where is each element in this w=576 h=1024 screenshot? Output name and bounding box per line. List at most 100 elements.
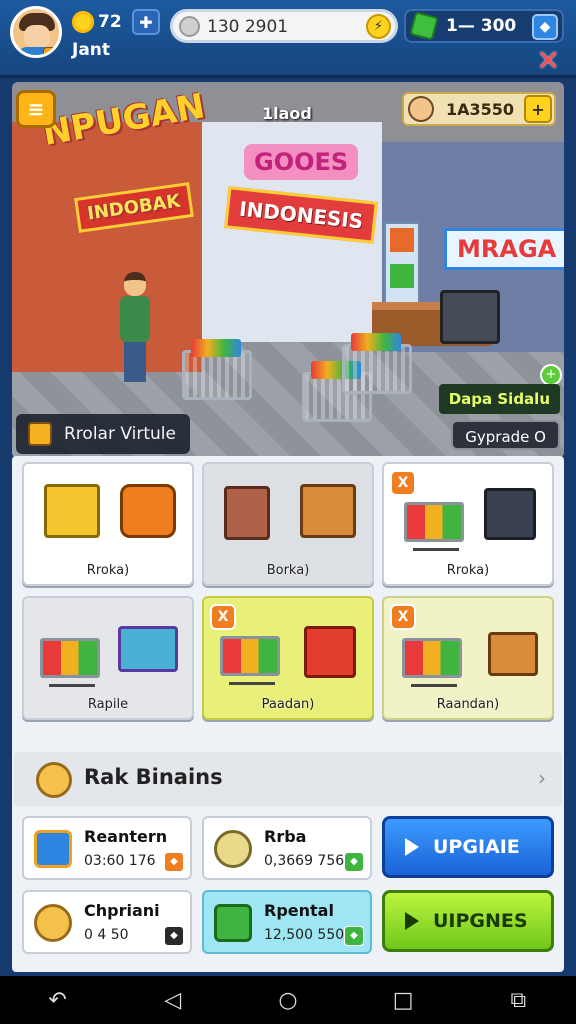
upgrade-green-label: UIPGNES	[433, 910, 528, 932]
shopping-cart[interactable]	[182, 339, 252, 400]
scene-tag-label: Rrolar Virtule	[64, 424, 176, 444]
cart-icon	[220, 636, 280, 685]
upgrade-button-blue[interactable]: UPGIAIE	[382, 816, 554, 878]
shelf-icon	[224, 486, 270, 540]
boost-icon: ◆	[344, 852, 364, 872]
cart-icon	[404, 502, 464, 551]
box-icon	[120, 484, 176, 538]
stat-value: 0 4 50	[84, 927, 129, 943]
system-nav-bar: ↶ ◁ ○ □ ⧉	[0, 976, 576, 1024]
cart-icon	[402, 638, 462, 687]
nav-back-icon[interactable]: ◁	[148, 988, 198, 1013]
player-name: Jant	[72, 40, 111, 60]
boost-icon: ◆	[164, 852, 184, 872]
menu-button[interactable]: ≡	[16, 90, 56, 128]
add-cash-button[interactable]: +	[524, 95, 552, 123]
nav-recents-icon[interactable]: □	[378, 988, 428, 1013]
add-coins-button[interactable]: ⚡	[366, 14, 391, 39]
scene-title: 1laod	[262, 104, 312, 123]
card-label: Borka)	[266, 563, 310, 578]
stat-card[interactable]: Rpental 12,500 550 ◆	[202, 890, 372, 954]
stand-icon	[488, 632, 538, 676]
nav-home-icon[interactable]: ○	[263, 988, 313, 1013]
gem-icon	[214, 904, 252, 942]
top-bar: 72 ✚ Jant 130 2901 ⚡ 1— 300 ◆ ✕	[0, 0, 576, 78]
product-icon	[390, 228, 414, 252]
scene-status-badge: Dapa Sidalu	[438, 384, 560, 414]
crate-icon	[44, 484, 100, 538]
section-header[interactable]: Rak Binains ›	[14, 752, 562, 806]
person-head	[124, 272, 146, 296]
shopping-cart[interactable]	[342, 333, 412, 394]
person-legs	[124, 342, 146, 382]
stat-value: 0,3669 756	[264, 853, 345, 869]
cash-counter: 1A3550 +	[402, 92, 556, 126]
coin-stack-icon	[36, 762, 72, 798]
card-label: Rapile	[87, 697, 129, 712]
gems-value: 1— 300	[446, 16, 517, 36]
sun-icon	[72, 11, 94, 33]
close-button[interactable]: ✕	[537, 44, 560, 77]
gem-icon	[409, 11, 439, 41]
sign-gooes: GOOES	[244, 144, 359, 180]
lantern-icon	[28, 422, 52, 446]
gems-counter: 1— 300 ◆	[404, 9, 564, 43]
card-label: Paadan)	[261, 697, 315, 712]
player-avatar[interactable]	[10, 6, 62, 58]
stat-title: Reantern	[84, 827, 168, 846]
red-crate-icon	[304, 626, 356, 678]
store-scene[interactable]: NPUGAN INDOBAK GOOES INDONESIS MRAGA ≡ 1…	[12, 82, 564, 458]
person-body	[120, 296, 150, 342]
display-case[interactable]	[440, 290, 500, 344]
product-icon	[390, 264, 414, 288]
stat-title: Rpental	[264, 901, 334, 920]
shop-panel: Rroka) Borka) X Rroka) Rapile X Paadan) …	[12, 456, 564, 972]
left-wall	[12, 122, 202, 372]
level-value: 72	[98, 12, 122, 32]
upgrade-button-green[interactable]: UIPGNES	[382, 890, 554, 952]
add-gems-button[interactable]: ◆	[532, 14, 558, 40]
cross-icon[interactable]: ✚	[132, 9, 160, 35]
sign-mraga: MRAGA	[444, 228, 564, 270]
safe-icon	[484, 488, 536, 540]
stat-card[interactable]: Chpriani 0 4 50 ◆	[22, 890, 192, 954]
avatar-face	[24, 25, 50, 49]
nav-back-gesture-icon[interactable]: ↶	[33, 988, 83, 1013]
coin-icon	[34, 904, 72, 942]
manager-avatar	[408, 96, 434, 122]
card-badge: X	[390, 604, 416, 630]
shop-card[interactable]: X Rroka)	[382, 462, 554, 586]
boost-icon: ◆	[164, 926, 184, 946]
card-label: Rroka)	[446, 563, 490, 578]
shopkeeper[interactable]	[120, 272, 150, 382]
scene-tag[interactable]: Rrolar Virtule	[16, 414, 190, 454]
stat-title: Rrba	[264, 827, 307, 846]
scene-upgrade-button[interactable]: Gyprade O	[451, 420, 560, 450]
stacked-goods-icon	[118, 626, 178, 672]
stat-card[interactable]: Rrba 0,3669 756 ◆	[202, 816, 372, 880]
play-icon	[405, 838, 419, 856]
shop-card[interactable]: Borka)	[202, 462, 374, 586]
card-label: Raandan)	[436, 697, 500, 712]
coins-value: 130 2901	[207, 17, 289, 37]
level-badge-icon	[43, 47, 59, 55]
level-stat: 72	[72, 11, 122, 33]
nav-split-screen-icon[interactable]: ⧉	[493, 988, 543, 1013]
plus-icon[interactable]: +	[540, 364, 562, 386]
play-icon	[405, 912, 419, 930]
upgrade-blue-label: UPGIAIE	[433, 836, 520, 858]
shop-card[interactable]: Rapile	[22, 596, 194, 720]
shop-card[interactable]: X Raandan)	[382, 596, 554, 720]
stat-card[interactable]: Reantern 03:60 176 ◆	[22, 816, 192, 880]
card-badge: X	[210, 604, 236, 630]
card-badge: X	[390, 470, 416, 496]
chevron-right-icon[interactable]: ›	[538, 766, 546, 790]
coins-counter: 130 2901 ⚡	[170, 9, 398, 43]
boost-icon: ◆	[344, 926, 364, 946]
stat-title: Chpriani	[84, 901, 160, 920]
shop-card[interactable]: Rroka)	[22, 462, 194, 586]
jar-icon	[214, 830, 252, 868]
shop-card[interactable]: X Paadan)	[202, 596, 374, 720]
stall-icon	[300, 484, 356, 538]
card-label: Rroka)	[86, 563, 130, 578]
